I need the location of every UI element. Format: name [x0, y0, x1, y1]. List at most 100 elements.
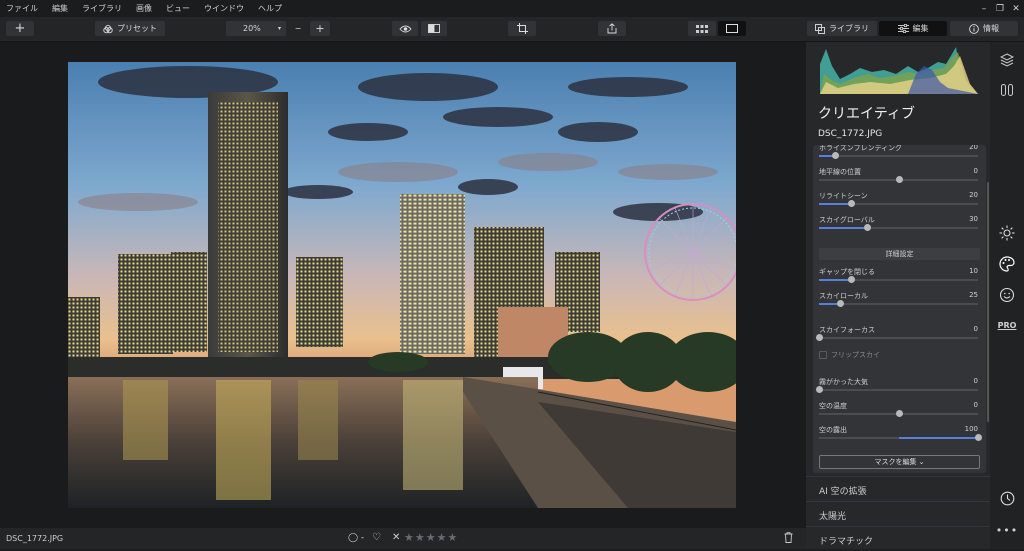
panel-filename: DSC_1772.JPG [818, 129, 883, 139]
slider-horizon-blending[interactable]: ホライズンブレンディング 20 [813, 145, 986, 167]
edit-mask-button[interactable]: マスクを編集 ⌄ [819, 455, 980, 469]
slider-sky-exposure[interactable]: 空の露出 100 [813, 425, 986, 449]
list-item-label: AI 空の拡張 [819, 487, 867, 497]
slider-knob[interactable] [816, 334, 823, 341]
reject-icon[interactable]: ✕ [392, 532, 400, 543]
crop-icon [516, 23, 528, 34]
slider-label: ホライズンブレンディング [819, 145, 903, 152]
slider-knob[interactable] [895, 176, 903, 183]
slider-sky-local[interactable]: スカイローカル 25 [813, 291, 986, 315]
slider-close-gaps[interactable]: ギャップを閉じる 10 [813, 267, 986, 291]
sky-ai-controls: ホライズンブレンディング 20 地平線の位置 0 リライトシーン 20 スカイグ… [813, 145, 986, 473]
slider-track[interactable] [819, 176, 978, 183]
crop-button[interactable] [508, 21, 536, 36]
slider-label: 空の露出 [819, 426, 847, 434]
slider-track[interactable] [819, 434, 982, 441]
slider-knob[interactable] [816, 386, 823, 393]
list-item-ai-sky-extend[interactable]: AI 空の拡張 [806, 476, 990, 501]
single-view-button[interactable] [718, 21, 746, 36]
slider-value: 0 [973, 377, 978, 385]
menu-help[interactable]: ヘルプ [251, 3, 289, 14]
chevron-down-icon: ▾ [277, 25, 281, 32]
heart-icon[interactable]: ♡ [372, 532, 381, 543]
grid-view-button[interactable] [688, 21, 716, 36]
add-button[interactable]: + [6, 21, 34, 36]
menu-window[interactable]: ウインドウ [197, 3, 251, 14]
slider-value: 0 [973, 401, 978, 409]
more-icon[interactable]: ••• [996, 520, 1017, 540]
tab-info[interactable]: 情報 [950, 21, 1018, 36]
slider-sky-temperature[interactable]: 空の温度 0 [813, 401, 986, 425]
slider-knob[interactable] [863, 224, 871, 231]
restore-button[interactable]: ❐ [992, 4, 1008, 14]
list-item-dramatic[interactable]: ドラマチック [806, 526, 990, 551]
slider-track[interactable] [819, 152, 978, 159]
portrait-icon[interactable] [997, 285, 1017, 305]
slider-track[interactable] [816, 334, 978, 341]
slider-knob[interactable] [836, 300, 844, 307]
yokohama-cityscape-image [68, 62, 736, 508]
zoom-in-button[interactable]: + [310, 21, 330, 36]
minimize-button[interactable]: – [976, 4, 992, 14]
flip-sky-checkbox[interactable]: フリップスカイ [819, 350, 880, 360]
slider-value: 30 [969, 215, 978, 223]
menu-view[interactable]: ビュー [159, 3, 197, 14]
slider-track[interactable] [816, 386, 978, 393]
star-rating[interactable]: ★★★★★ [404, 531, 458, 544]
palette-icon[interactable] [997, 254, 1017, 274]
slider-horizon-position[interactable]: 地平線の位置 0 [813, 167, 986, 191]
single-view-icon [726, 24, 738, 33]
menu-library[interactable]: ライブラリ [75, 3, 129, 14]
slider-value: 20 [969, 191, 978, 199]
export-icon [607, 23, 617, 34]
slider-track[interactable] [819, 276, 978, 283]
compare-button[interactable] [421, 21, 447, 36]
tab-info-label: 情報 [983, 24, 999, 33]
checkbox-box[interactable] [819, 351, 827, 359]
histogram [820, 44, 978, 94]
tab-edit[interactable]: 編集 [879, 21, 947, 36]
zoom-select[interactable]: 20% ▾ [226, 21, 286, 36]
slider-knob[interactable] [975, 434, 982, 441]
library-icon [815, 23, 825, 34]
panel-scrollbar[interactable] [987, 182, 989, 422]
zoom-out-button[interactable]: − [290, 21, 306, 36]
slider-track[interactable] [819, 224, 978, 231]
slider-relight-scene[interactable]: リライトシーン 20 [813, 191, 986, 215]
slider-sky-global[interactable]: スカイグローバル 30 [813, 215, 986, 239]
pro-button[interactable]: PRO [997, 315, 1017, 335]
layers-icon[interactable] [997, 50, 1017, 70]
slider-value: 20 [969, 145, 978, 151]
advanced-settings-header[interactable]: 詳細設定 [819, 248, 980, 260]
slider-value: 0 [973, 325, 978, 333]
slider-knob[interactable] [847, 276, 855, 283]
slider-knob[interactable] [847, 200, 855, 207]
menu-image[interactable]: 画像 [129, 3, 159, 14]
export-button[interactable] [598, 21, 626, 36]
slider-track[interactable] [819, 200, 978, 207]
tab-library[interactable]: ライブラリ [807, 21, 877, 36]
close-button[interactable]: ✕ [1008, 4, 1024, 14]
photo-preview[interactable] [68, 62, 736, 508]
slider-value: 10 [969, 267, 978, 275]
slider-track[interactable] [819, 300, 978, 307]
sun-icon[interactable] [997, 223, 1017, 243]
preview-button[interactable] [392, 21, 418, 36]
slider-value: 100 [964, 425, 978, 433]
history-icon[interactable] [997, 488, 1017, 508]
preset-label: プリセット [117, 24, 157, 33]
preset-button[interactable]: プリセット [95, 21, 165, 36]
slider-track[interactable] [819, 410, 978, 417]
trash-icon[interactable] [784, 532, 793, 545]
menu-bar: ファイル 編集 ライブラリ 画像 ビュー ウインドウ ヘルプ [0, 0, 1024, 17]
rating-placeholder[interactable]: ◯ - [348, 533, 364, 543]
slider-label: 地平線の位置 [819, 168, 861, 176]
menu-edit[interactable]: 編集 [45, 3, 75, 14]
menu-file[interactable]: ファイル [0, 3, 45, 14]
slider-knob[interactable] [895, 410, 903, 417]
list-item-sunlight[interactable]: 太陽光 [806, 501, 990, 526]
slider-knob[interactable] [831, 152, 839, 159]
histogram-toggle-icon[interactable] [997, 80, 1017, 100]
slider-sky-focus[interactable]: スカイフォーカス 0 [813, 325, 986, 349]
slider-hazy-atmosphere[interactable]: 霧がかった大気 0 [813, 377, 986, 401]
